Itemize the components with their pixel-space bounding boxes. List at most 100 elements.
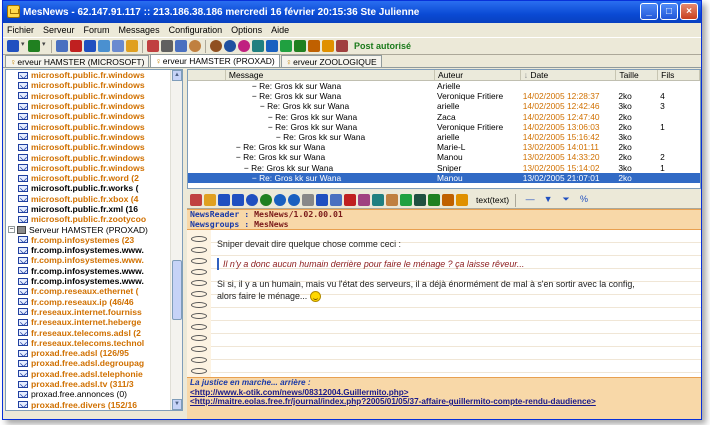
tab-hamster-microsoft[interactable]: ♀ erveur HAMSTER (MICROSOFT) [5, 55, 150, 67]
key-icon[interactable] [336, 40, 348, 52]
arrow-down-icon[interactable]: ▼ [542, 194, 554, 206]
thread-toggle-icon[interactable]: − [260, 101, 267, 111]
tree-newsgroup[interactable]: fr.comp.infosystemes.www. [6, 245, 182, 255]
tree-newsgroup[interactable]: microsoft.public.fr.windows [6, 121, 182, 132]
col-size[interactable]: Taille [616, 70, 659, 80]
col-date[interactable]: ↓ Date [521, 70, 617, 80]
flag-icon[interactable] [280, 40, 292, 52]
menu-configuration[interactable]: Configuration [169, 25, 223, 35]
tree-newsgroup[interactable]: microsoft.public.fr.zootycoo [6, 214, 182, 224]
home-icon[interactable] [218, 194, 230, 206]
search-icon[interactable] [358, 194, 370, 206]
save-icon[interactable] [84, 40, 96, 52]
up-icon[interactable] [232, 194, 244, 206]
dropdown-icon[interactable]: ▾ [21, 40, 26, 52]
find-icon[interactable] [414, 194, 426, 206]
help-icon[interactable] [428, 194, 440, 206]
folder-icon[interactable] [126, 40, 138, 52]
scissors-icon[interactable] [308, 40, 320, 52]
tree-newsgroup[interactable]: microsoft.public.fr.windows [6, 101, 182, 111]
forward-icon[interactable] [260, 194, 272, 206]
menu-serveur[interactable]: Serveur [43, 25, 75, 35]
tree-newsgroup[interactable]: proxad.free.divers (152/16 [6, 400, 182, 410]
print-icon[interactable] [161, 40, 173, 52]
tree-newsgroup[interactable]: microsoft.public.fr.windows [6, 80, 182, 90]
message-row[interactable]: − Re: Gros kk sur Wana Veronique Fritiere… [188, 91, 700, 101]
scroll-up-icon[interactable]: ▲ [172, 70, 182, 81]
tree-newsgroup[interactable]: microsoft.public.fr.windows [6, 132, 182, 142]
col-message[interactable]: Message [226, 70, 436, 80]
tree-newsgroup[interactable]: fr.reseaux.telecoms.adsl (2 [6, 327, 182, 338]
menu-forum[interactable]: Forum [84, 25, 110, 35]
minimize-button[interactable]: _ [640, 3, 658, 20]
thread-toggle-icon[interactable]: − [252, 91, 259, 101]
stop-icon[interactable] [70, 40, 82, 52]
filter-icon[interactable] [372, 194, 384, 206]
menu-options[interactable]: Options [231, 25, 262, 35]
tree-newsgroup[interactable]: fr.reseaux.internet.heberge [6, 317, 182, 327]
search-icon[interactable] [224, 40, 236, 52]
screen-icon[interactable] [316, 194, 328, 206]
speaker-icon[interactable] [302, 194, 314, 206]
message-row[interactable]: − Re: Gros kk sur Wana Zaca 14/02/2005 12:… [188, 112, 700, 122]
wheel-icon[interactable] [386, 194, 398, 206]
col-replies[interactable]: Fils [658, 70, 700, 80]
tools-icon[interactable] [252, 40, 264, 52]
connect-icon[interactable] [7, 40, 19, 52]
tree-newsgroup[interactable]: microsoft.public.fr.windows [6, 111, 182, 121]
dropdown-icon[interactable]: ▾ [42, 40, 47, 52]
flag-icon[interactable] [400, 194, 412, 206]
filter-icon[interactable] [238, 40, 250, 52]
filter2-icon[interactable]: ⏷ [560, 194, 572, 206]
preview-icon[interactable] [98, 40, 110, 52]
note-icon[interactable] [204, 194, 216, 206]
title-bar[interactable]: MesNews - 62.147.91.117 :: 213.186.38.18… [3, 1, 701, 23]
tree-newsgroup[interactable]: proxad.free.annonces (0) [6, 389, 182, 399]
next-icon[interactable] [288, 194, 300, 206]
tree-newsgroup[interactable]: fr.comp.infosystemes (23 [6, 235, 182, 245]
message-row[interactable]: − Re: Gros kk sur Wana arielle 14/02/2005 … [188, 101, 700, 111]
minus-icon[interactable]: — [524, 194, 536, 206]
tree-newsgroup[interactable]: fr.comp.infosystemes.www. [6, 255, 182, 265]
stop-icon[interactable] [344, 194, 356, 206]
wheel2-icon[interactable] [210, 40, 222, 52]
tree-newsgroup[interactable]: microsoft.public.fr.windows [6, 70, 182, 80]
find-icon[interactable] [266, 40, 278, 52]
tree-newsgroup[interactable]: fr.comp.reseaux.ethernet ( [6, 286, 182, 296]
copy-icon[interactable] [112, 40, 124, 52]
thread-toggle-icon[interactable]: − [268, 122, 275, 132]
thread-toggle-icon[interactable]: − [268, 112, 275, 122]
collapse-icon[interactable]: − [8, 226, 15, 234]
thread-toggle-icon[interactable]: − [244, 163, 251, 173]
thread-toggle-icon[interactable]: − [276, 132, 283, 142]
message-row[interactable]: − Re: Gros kk sur Wana arielle 14/02/2005 … [188, 132, 700, 142]
tree-newsgroup[interactable]: proxad.free.adsl.tv (311/3 [6, 379, 182, 389]
thread-toggle-icon[interactable]: − [252, 173, 259, 183]
tab-hamster-proxad[interactable]: ♀ erveur HAMSTER (PROXAD) [150, 54, 280, 67]
tree-newsgroup[interactable]: fr.comp.infosystemes.www. [6, 266, 182, 276]
thread-toggle-icon[interactable]: − [236, 152, 243, 162]
tools-icon[interactable] [330, 194, 342, 206]
col-flags[interactable] [188, 70, 226, 80]
tree-newsgroup[interactable]: microsoft.public.fr.windows [6, 91, 182, 101]
tree-scrollbar[interactable]: ▲ ▼ [170, 70, 182, 410]
signature-link-1[interactable]: <http://www.k-otik.com/news/08312004.Gui… [190, 388, 701, 398]
message-row[interactable]: − Re: Gros kk sur Wana Manou 13/02/2005 14… [188, 152, 700, 162]
menu-aide[interactable]: Aide [271, 25, 289, 35]
book-icon[interactable] [147, 40, 159, 52]
tree-newsgroup[interactable]: fr.reseaux.internet.fourniss [6, 307, 182, 317]
tab-zoologique[interactable]: ♀ erveur ZOOLOGIQUE [280, 55, 382, 67]
grid2-icon[interactable] [175, 40, 187, 52]
scroll-down-icon[interactable]: ▼ [172, 399, 182, 410]
help-icon[interactable] [294, 40, 306, 52]
message-row[interactable]: − Re: Gros kk sur Wana Marie-L 13/02/2005 … [188, 142, 700, 152]
menu-messages[interactable]: Messages [119, 25, 160, 35]
tree-newsgroup[interactable]: fr.comp.reseaux.ip (46/46 [6, 297, 182, 307]
scissors-icon[interactable] [442, 194, 454, 206]
message-row[interactable]: − Re: Gros kk sur Wana Sniper 13/02/2005 1… [188, 163, 700, 173]
tree-newsgroup[interactable]: microsoft.public.fr.windows [6, 142, 182, 152]
tree-newsgroup[interactable]: microsoft.public.fr.windows [6, 163, 182, 173]
maximize-button[interactable]: □ [660, 3, 678, 20]
percent-icon[interactable]: % [578, 194, 590, 206]
pin-icon[interactable] [322, 40, 334, 52]
